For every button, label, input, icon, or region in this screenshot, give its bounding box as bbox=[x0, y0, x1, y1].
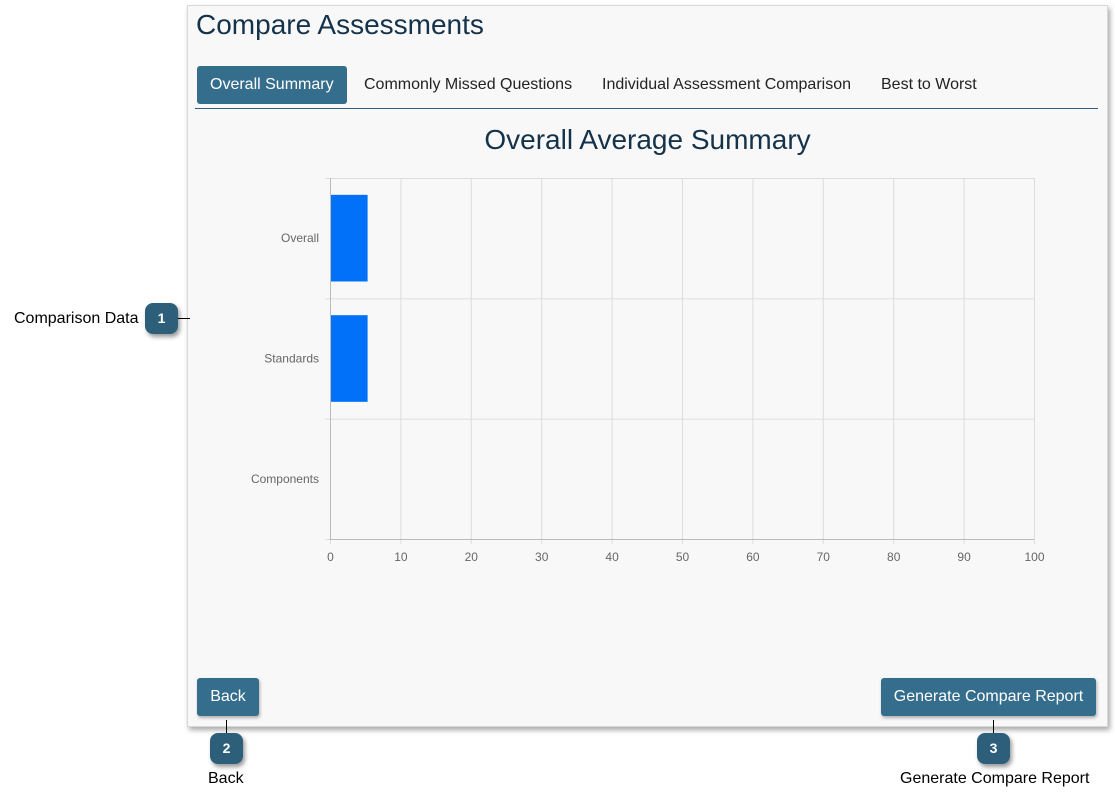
y-category-label: Components bbox=[251, 472, 319, 486]
callout-leader-3 bbox=[993, 720, 994, 733]
bar-overall bbox=[331, 194, 368, 282]
callout-leader-1 bbox=[178, 318, 190, 319]
x-tick-label: 80 bbox=[887, 550, 901, 564]
x-tick-label: 70 bbox=[817, 550, 831, 564]
back-button[interactable]: Back bbox=[197, 678, 259, 716]
y-category-label: Standards bbox=[264, 352, 319, 366]
x-tick-label: 100 bbox=[1024, 550, 1044, 564]
y-category-label: Overall bbox=[281, 231, 319, 245]
overall-average-bar-chart: 0 10 20 30 40 50 60 70 80 90 100 Overall Standards Co… bbox=[251, 178, 1045, 564]
x-tick-label: 30 bbox=[535, 550, 549, 564]
x-tick-label: 90 bbox=[957, 550, 971, 564]
callout-badge-1: 1 bbox=[145, 303, 178, 334]
callout-label-comparison-data: Comparison Data bbox=[14, 310, 139, 327]
callout-badge-3: 3 bbox=[977, 733, 1010, 764]
callout-label-back: Back bbox=[208, 770, 244, 787]
callout-leader-2 bbox=[226, 720, 227, 733]
x-tick-label: 50 bbox=[676, 550, 690, 564]
x-tick-label: 20 bbox=[465, 550, 479, 564]
bar-standards bbox=[331, 315, 368, 402]
x-tick-label: 60 bbox=[746, 550, 760, 564]
generate-compare-report-button[interactable]: Generate Compare Report bbox=[881, 678, 1096, 716]
x-tick-label: 40 bbox=[605, 550, 619, 564]
x-tick-label: 0 bbox=[327, 550, 334, 564]
callout-badge-2: 2 bbox=[210, 733, 243, 764]
compare-assessments-panel: Compare Assessments Overall Summary Comm… bbox=[187, 5, 1108, 727]
callout-label-generate-compare-report: Generate Compare Report bbox=[900, 770, 1090, 787]
x-tick-label: 10 bbox=[394, 550, 408, 564]
